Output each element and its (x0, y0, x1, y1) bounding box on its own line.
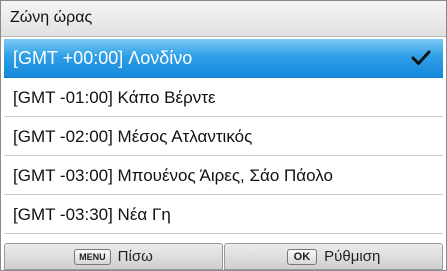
ok-key-icon: OK (286, 248, 318, 265)
timezone-item-london[interactable]: [GMT +00:00] Λονδίνο (4, 39, 443, 78)
title-bar: Ζώνη ώρας (1, 1, 446, 37)
footer-bar: MENU Πίσω OK Ρύθμιση (4, 243, 443, 270)
set-label: Ρύθμιση (324, 248, 381, 265)
page-title: Ζώνη ώρας (10, 9, 93, 26)
timezone-item-mid-atlantic[interactable]: [GMT -02:00] Μέσος Ατλαντικός (4, 117, 443, 156)
menu-key-icon: MENU (74, 248, 111, 265)
timezone-label: [GMT -02:00] Μέσος Ατλαντικός (13, 127, 253, 146)
back-button[interactable]: MENU Πίσω (4, 243, 223, 270)
timezone-label: [GMT -01:00] Κάπο Βέρντε (13, 88, 216, 107)
timezone-list[interactable]: [GMT +00:00] Λονδίνο [GMT -01:00] Κάπο Β… (1, 39, 446, 234)
timezone-item-newfoundland[interactable]: [GMT -03:30] Νέα Γη (4, 195, 443, 234)
back-label: Πίσω (117, 248, 153, 265)
timezone-label: [GMT -03:00] Μπουένος Άιρες, Σάο Πάολο (13, 166, 333, 185)
timezone-screen: Ζώνη ώρας [GMT +00:00] Λονδίνο [GMT -01:… (0, 0, 447, 271)
set-button[interactable]: OK Ρύθμιση (224, 243, 443, 270)
timezone-item-cape-verde[interactable]: [GMT -01:00] Κάπο Βέρντε (4, 78, 443, 117)
timezone-label: [GMT +00:00] Λονδίνο (13, 48, 193, 68)
checkmark-icon (411, 50, 431, 65)
timezone-item-buenos-aires[interactable]: [GMT -03:00] Μπουένος Άιρες, Σάο Πάολο (4, 156, 443, 195)
timezone-label: [GMT -03:30] Νέα Γη (13, 205, 171, 224)
